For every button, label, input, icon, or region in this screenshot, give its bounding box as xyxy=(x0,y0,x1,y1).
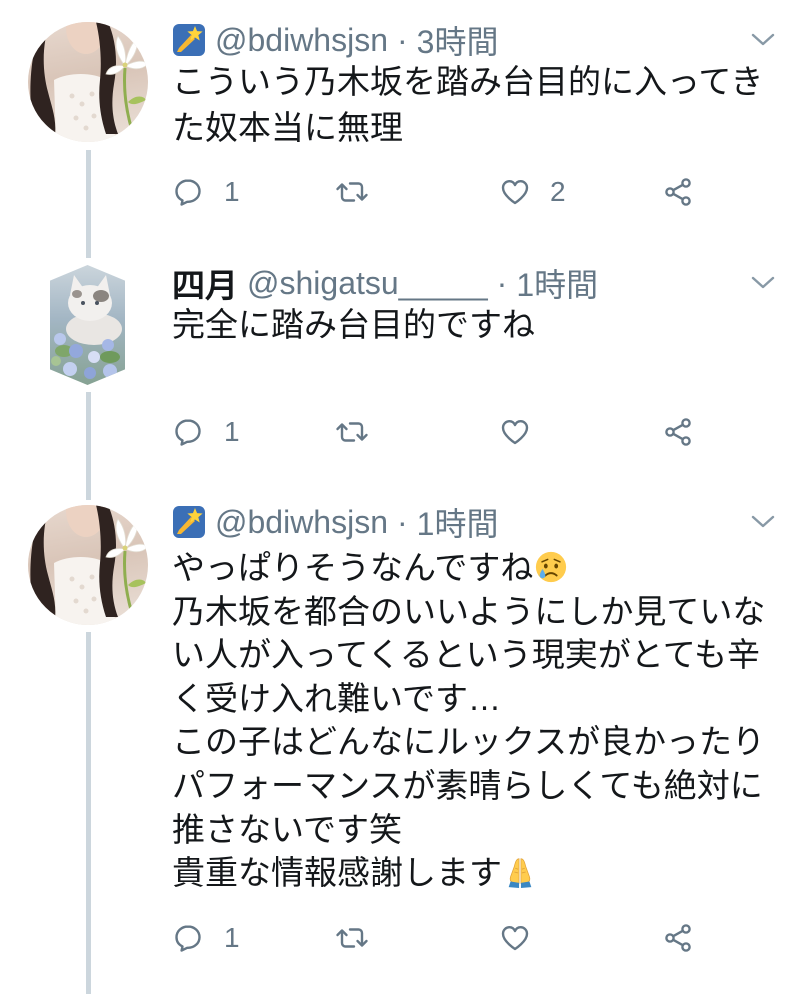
tweet[interactable]: @bdiwhsjsn · 1時間 やっぱりそうなんですね 乃木坂を都合のいいよう… xyxy=(0,485,800,994)
avatar-photo xyxy=(51,275,122,379)
tweet-text: こういう乃木坂を踏み台目的に入ってき た奴本当に無理 xyxy=(172,59,763,151)
avatar[interactable] xyxy=(50,265,125,385)
tweet-text-line: く受け入れ難いです… xyxy=(172,679,502,717)
reply-icon[interactable] xyxy=(172,416,204,448)
reply-count: 1 xyxy=(224,416,240,447)
shooting-star-emoji-icon xyxy=(173,24,205,56)
avatar-photo xyxy=(30,22,148,142)
tweet-text-line: 貴重な情報感謝します xyxy=(172,851,765,895)
timestamp[interactable]: 1時間 xyxy=(516,260,598,306)
reply-icon[interactable] xyxy=(172,176,204,208)
tweet-header[interactable]: @bdiwhsjsn · 1時間 xyxy=(172,502,498,542)
tweet-text-segment: 貴重な情報感謝します xyxy=(172,854,502,892)
tweet-text-line: この子はどんなにルックスが良かったり xyxy=(172,723,766,761)
tweet-text: 完全に踏み台目的ですね xyxy=(172,303,535,347)
share-icon[interactable] xyxy=(662,416,694,448)
user-handle[interactable]: @shigatsu_____ xyxy=(247,265,488,302)
tweet[interactable]: @bdiwhsjsn · 3時間 こういう乃木坂を踏み台目的に入ってき た奴本当… xyxy=(0,0,800,258)
tweet-header[interactable]: 四月 @shigatsu_____ · 1時間 xyxy=(172,260,598,306)
crying-face-emoji-icon xyxy=(536,551,567,583)
tweet-text-line: 乃木坂を都合のいいようにしか見ていな xyxy=(172,592,766,630)
retweet-icon[interactable] xyxy=(334,416,370,448)
reply-icon[interactable] xyxy=(172,922,204,954)
avatar[interactable] xyxy=(28,505,148,625)
timestamp[interactable]: 3時間 xyxy=(417,17,499,63)
user-handle[interactable]: @bdiwhsjsn xyxy=(215,504,388,541)
timestamp[interactable]: 1時間 xyxy=(417,499,499,545)
share-icon[interactable] xyxy=(662,922,694,954)
separator-dot: · xyxy=(496,264,508,301)
tweet-text-line: 完全に踏み台目的ですね xyxy=(172,306,535,343)
avatar[interactable] xyxy=(28,22,148,142)
like-icon[interactable] xyxy=(499,416,531,448)
folded-hands-emoji-icon xyxy=(508,858,532,889)
tweet-text-line: パフォーマンスが素晴らしくても絶対に xyxy=(172,766,763,804)
like-count: 2 xyxy=(550,176,566,207)
like-icon[interactable] xyxy=(499,176,531,208)
tweet-text-line: こういう乃木坂を踏み台目的に入ってき xyxy=(172,63,764,100)
chevron-down-icon[interactable] xyxy=(750,31,776,49)
tweet-actions: 1 2 xyxy=(0,174,800,210)
share-icon[interactable] xyxy=(662,176,694,208)
tweet-actions: 1 xyxy=(0,920,800,956)
retweet-icon[interactable] xyxy=(334,922,370,954)
like-icon[interactable] xyxy=(499,922,531,954)
avatar-photo xyxy=(30,505,148,625)
tweet-text-line: 推さないです笑 xyxy=(172,810,403,848)
display-name[interactable]: 四月 xyxy=(172,259,238,307)
shooting-star-emoji-icon xyxy=(173,506,205,538)
separator-dot: · xyxy=(397,21,408,58)
reply-count: 1 xyxy=(224,176,240,207)
tweet[interactable]: 四月 @shigatsu_____ · 1時間 完全に踏み台目的ですね 1 xyxy=(0,245,800,500)
chevron-down-icon[interactable] xyxy=(750,513,776,531)
tweet-text-line: た奴本当に無理 xyxy=(172,109,403,146)
tweet-text-line: い人が入ってくるという現実がとても辛 xyxy=(172,636,761,674)
tweet-header[interactable]: @bdiwhsjsn · 3時間 xyxy=(172,20,498,60)
chevron-down-icon[interactable] xyxy=(750,274,776,292)
separator-dot: · xyxy=(397,503,408,540)
tweet-text: やっぱりそうなんですね 乃木坂を都合のいいようにしか見ていな い人が入ってくると… xyxy=(172,546,765,895)
user-handle[interactable]: @bdiwhsjsn xyxy=(215,22,388,59)
reply-count: 1 xyxy=(224,922,240,953)
tweet-actions: 1 xyxy=(0,414,800,450)
tweet-text-segment: やっぱりそうなんですね xyxy=(172,549,534,586)
tweet-text-line: やっぱりそうなんですね xyxy=(172,546,765,590)
retweet-icon[interactable] xyxy=(334,176,370,208)
